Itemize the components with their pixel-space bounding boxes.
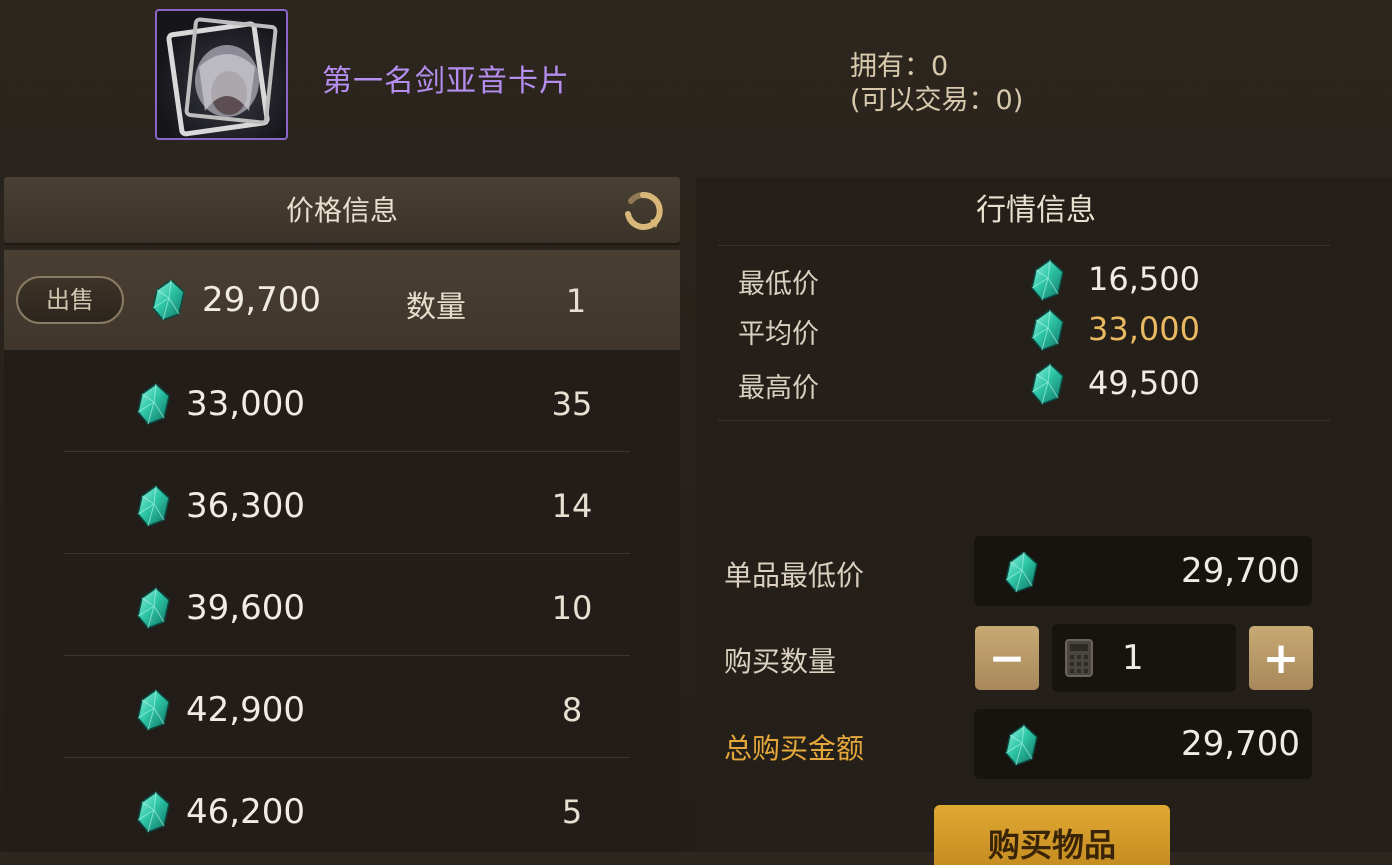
row-price: 33,000: [186, 384, 305, 424]
min-price-value: 16,500: [1088, 260, 1200, 298]
price-row[interactable]: 33,000 35: [4, 352, 680, 452]
price-info-header: 价格信息: [4, 177, 680, 245]
row-price: 29,700: [202, 280, 321, 320]
price-info-title: 价格信息: [285, 194, 398, 227]
price-row-selected[interactable]: 出售 29,700 数量 1: [4, 250, 680, 350]
sell-button[interactable]: 出售: [16, 276, 124, 324]
max-price-label: 最高价: [738, 373, 819, 404]
avg-price-value: 33,000: [1088, 310, 1200, 348]
row-qty: 10: [551, 589, 593, 627]
price-row[interactable]: 42,900 8: [4, 658, 680, 758]
refresh-icon: [625, 191, 663, 230]
refresh-button[interactable]: [621, 189, 665, 233]
tradeable-count: (可以交易：0): [850, 85, 1024, 116]
total-amount-label: 总购买金额: [724, 732, 865, 765]
quantity-label: 数量: [406, 290, 466, 325]
market-stats: 最低价 16,500 平均价 33,000 最高价 49,500: [718, 245, 1330, 421]
gem-icon: [1028, 258, 1066, 302]
row-price: 36,300: [186, 486, 305, 526]
gem-icon: [1002, 550, 1040, 594]
gem-icon: [134, 790, 172, 834]
gem-icon: [1002, 723, 1040, 767]
row-qty: 14: [551, 487, 593, 525]
gem-icon: [134, 688, 172, 732]
total-amount-value: 29,700: [1181, 724, 1300, 764]
unit-min-price-value: 29,700: [1181, 551, 1300, 591]
quantity-input[interactable]: 1: [1052, 624, 1236, 692]
gem-icon: [1028, 308, 1066, 352]
plus-icon: +: [1262, 632, 1300, 684]
unit-min-price-field: 29,700: [974, 536, 1312, 606]
buy-item-button[interactable]: 购买物品: [934, 805, 1170, 865]
row-qty: 5: [561, 793, 583, 831]
gem-icon: [149, 278, 187, 322]
total-amount-field: 29,700: [974, 709, 1312, 779]
purchase-qty-label: 购买数量: [724, 645, 837, 678]
price-row[interactable]: 46,200 5: [4, 760, 680, 860]
gem-icon: [134, 484, 172, 528]
price-row[interactable]: 36,300 14: [4, 454, 680, 554]
row-price: 42,900: [186, 690, 305, 730]
row-price: 46,200: [186, 792, 305, 832]
row-qty: 8: [561, 691, 583, 729]
gem-icon: [1028, 362, 1066, 406]
min-price-label: 最低价: [738, 269, 819, 300]
max-price-value: 49,500: [1088, 364, 1200, 402]
calculator-icon[interactable]: [1064, 638, 1094, 678]
quantity-value: 1: [1122, 638, 1144, 678]
row-price: 39,600: [186, 588, 305, 628]
price-list: 出售 29,700 数量 1 33,000 35 36,300 14 39,60…: [4, 250, 680, 852]
avg-price-label: 平均价: [738, 319, 819, 350]
market-info-panel: 行情信息 最低价 16,500 平均价 33,000 最高价 49,500 单品…: [696, 177, 1392, 865]
market-info-title: 行情信息: [976, 193, 1096, 228]
price-row[interactable]: 39,600 10: [4, 556, 680, 656]
gem-icon: [134, 586, 172, 630]
gem-icon: [134, 382, 172, 426]
increase-qty-button[interactable]: +: [1249, 626, 1313, 690]
row-qty: 1: [565, 282, 587, 320]
unit-min-price-label: 单品最低价: [724, 559, 865, 592]
decrease-qty-button[interactable]: −: [975, 626, 1039, 690]
minus-icon: −: [988, 632, 1026, 684]
row-qty: 35: [551, 385, 593, 423]
item-name: 第一名剑亚音卡片: [322, 64, 570, 99]
item-card-icon: [155, 9, 288, 140]
